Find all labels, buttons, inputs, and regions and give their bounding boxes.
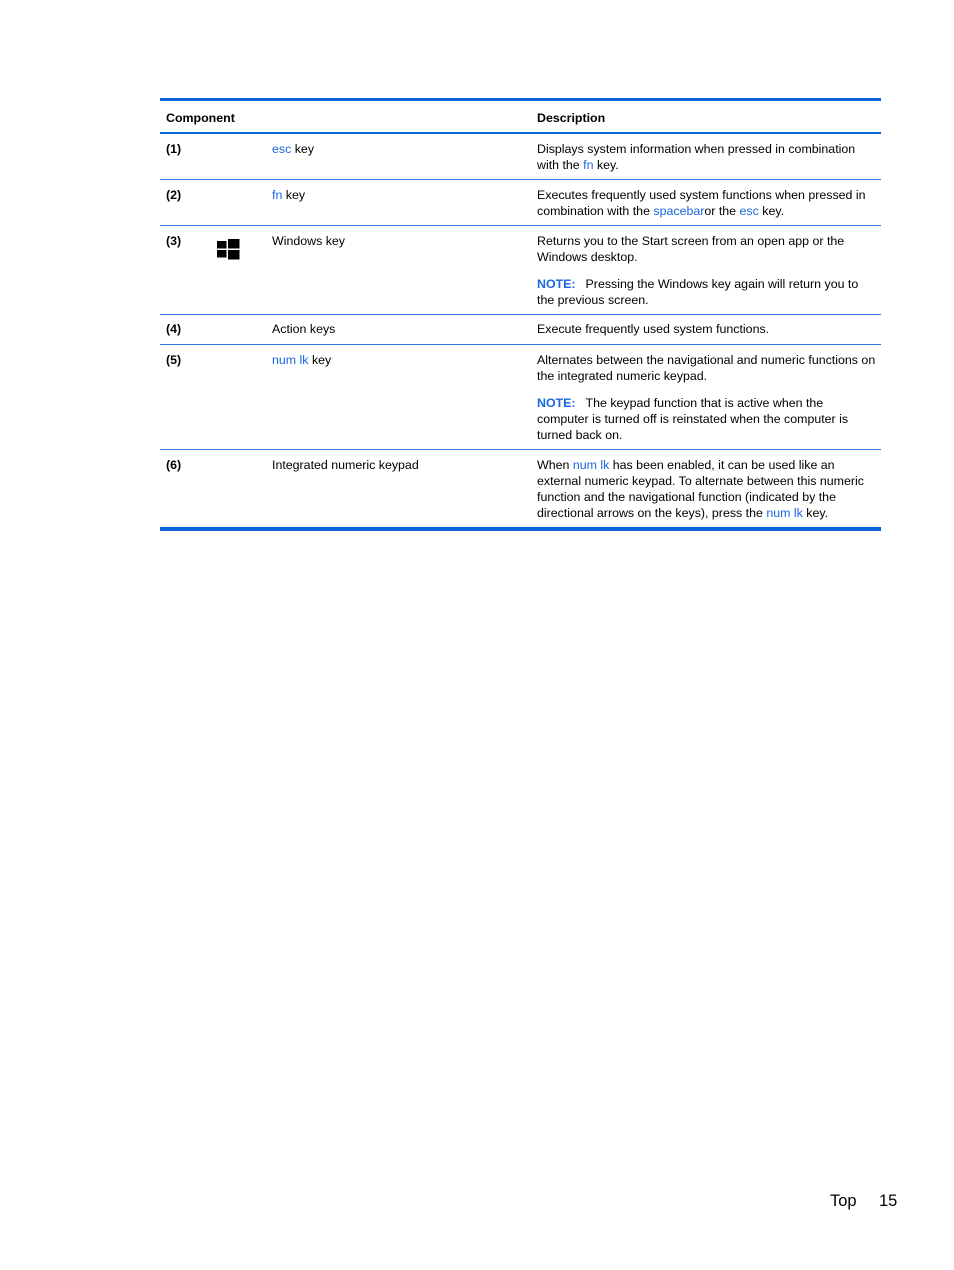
components-table: Component Description (1) esc key Displa… <box>160 98 881 531</box>
windows-logo-icon <box>216 238 240 264</box>
table-row: (1) esc key Displays system information … <box>160 134 881 179</box>
component-name: Integrated numeric keypad <box>272 458 419 472</box>
esc-link[interactable]: esc <box>740 204 759 218</box>
row-number: (1) <box>166 142 182 156</box>
spacebar-link[interactable]: spacebar <box>653 204 704 218</box>
header-description: Description <box>537 111 606 125</box>
row-description: Executes frequently used system function… <box>537 188 866 218</box>
page-number: 15 <box>879 1192 898 1210</box>
fn-link[interactable]: fn <box>272 188 282 202</box>
table-row: (3) Windows key Returns you to the Start… <box>160 226 881 314</box>
num-lk-link[interactable]: num lk <box>272 353 309 367</box>
note: NOTE: Pressing the Windows key again will… <box>537 277 859 307</box>
component-name: fn key <box>272 188 306 202</box>
num-lk-link[interactable]: num lk <box>766 506 803 520</box>
note-label: NOTE: <box>537 277 576 291</box>
num-lk-link[interactable]: num lk <box>573 458 610 472</box>
note: NOTE: The keypad function that is active … <box>537 396 849 442</box>
component-name: esc key <box>272 142 315 156</box>
row-number: (3) <box>166 234 182 248</box>
row-description: Returns you to the Start screen from an … <box>537 233 877 308</box>
component-name: num lk key <box>272 353 332 367</box>
component-name: Windows key <box>272 234 345 248</box>
table-row: (2) fn key Executes frequently used syst… <box>160 180 881 225</box>
row-description: When num lk has been enabled, it can be … <box>537 458 864 520</box>
table-row: (6) Integrated numeric keypad When num l… <box>160 450 881 527</box>
header-component: Component <box>166 111 235 125</box>
row-description: Execute frequently used system functions… <box>537 322 770 336</box>
note-label: NOTE: <box>537 396 576 410</box>
row-number: (4) <box>166 322 182 336</box>
row-description: Displays system information when pressed… <box>537 142 856 172</box>
row-description: Alternates between the navigational and … <box>537 353 876 442</box>
table-row: (4) Action keys Execute frequently used … <box>160 315 881 344</box>
esc-link[interactable]: esc <box>272 142 291 156</box>
table-row: (5) num lk key Alternates between the na… <box>160 345 881 449</box>
table-header-row: Component Description <box>160 101 881 132</box>
row-number: (5) <box>166 353 182 367</box>
row-number: (6) <box>166 458 182 472</box>
row-number: (2) <box>166 188 182 202</box>
footer-section-label: Top <box>830 1192 857 1210</box>
document-page: Component Description (1) esc key Displa… <box>0 0 954 1270</box>
table-bottom-rule <box>160 527 881 531</box>
fn-link[interactable]: fn <box>583 158 593 172</box>
component-name: Action keys <box>272 322 336 336</box>
